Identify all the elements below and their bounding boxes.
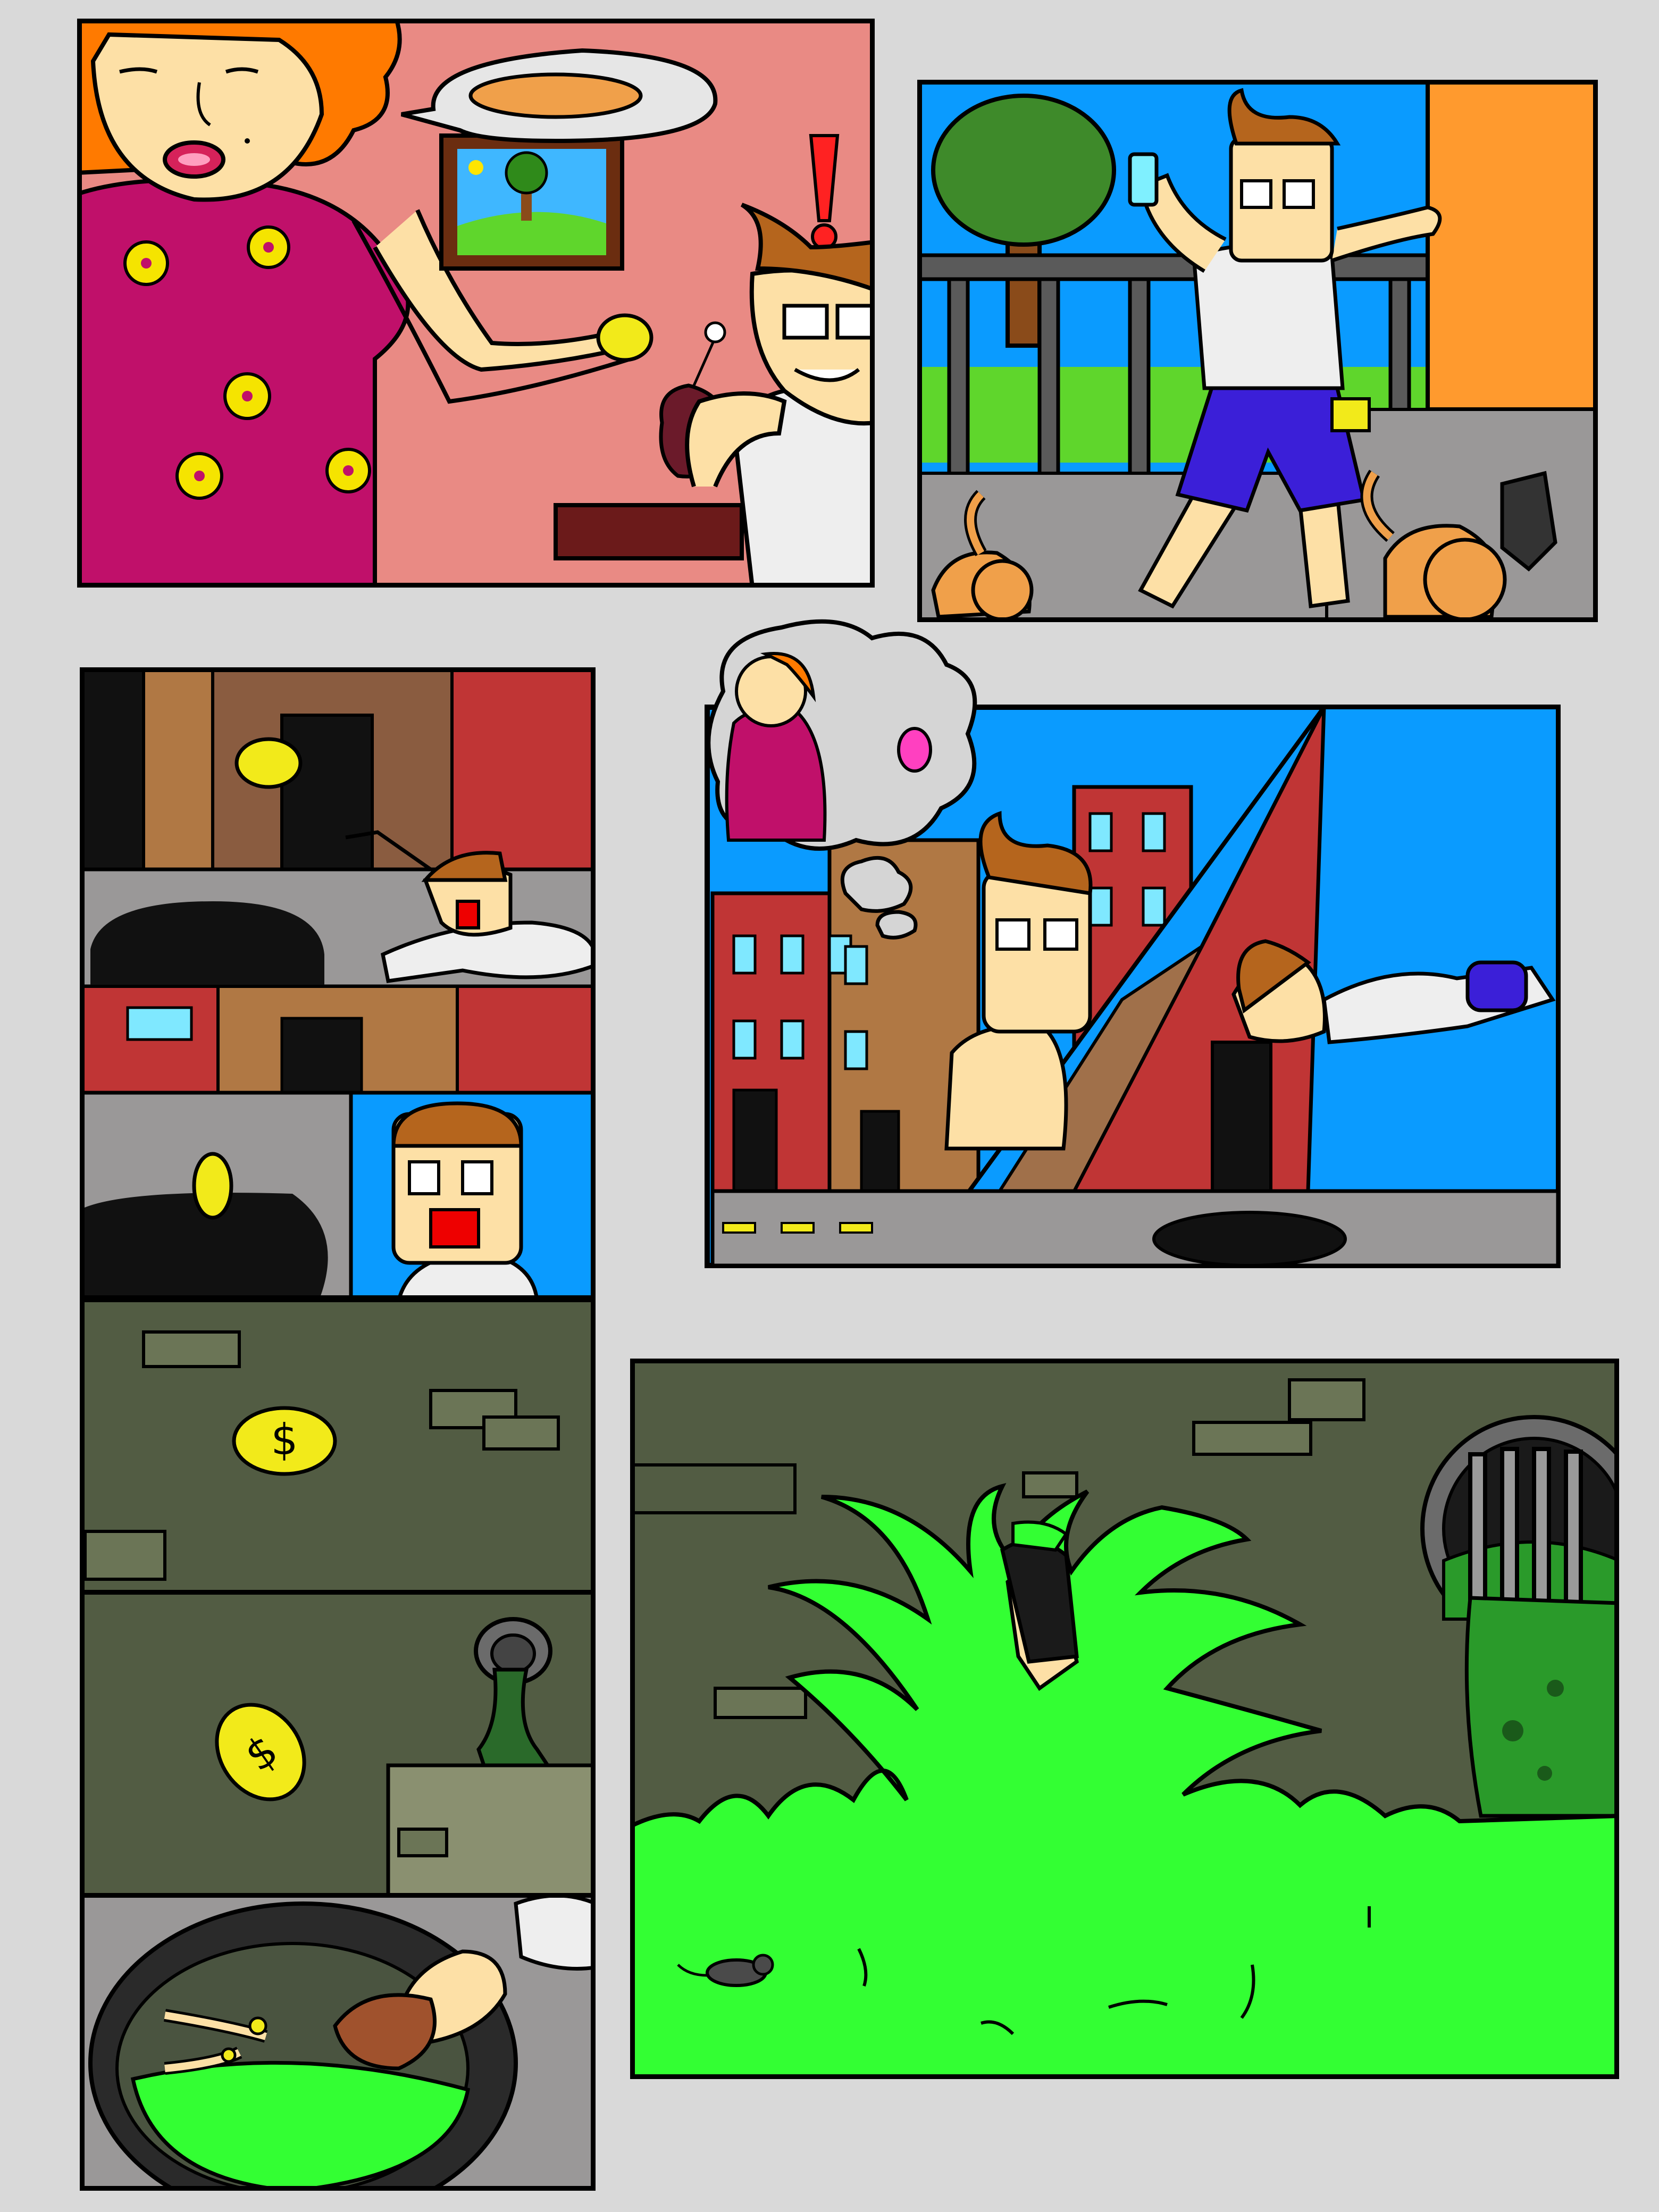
panel-sewer-pipe: $ — [80, 1590, 596, 1898]
manhole-icon — [88, 1901, 518, 2191]
coin-icon — [234, 737, 303, 789]
woman-icon — [725, 652, 827, 842]
man-icon — [391, 1101, 539, 1300]
panel-manhole-reach — [80, 1893, 596, 2191]
panel-sewer-coin-fall: $ — [80, 1297, 596, 1595]
phone-icon — [1128, 152, 1159, 207]
coin-icon: $ — [232, 1406, 337, 1476]
coin-icon — [192, 1152, 233, 1220]
panel-kitchen — [77, 19, 875, 588]
table-icon — [554, 503, 744, 560]
exclamation-icon — [809, 134, 840, 250]
panel-slime-splash — [630, 1359, 1619, 2079]
panel-city-thinking — [702, 617, 1579, 1271]
picture-frame-icon — [439, 133, 624, 271]
panel-coin-drop — [80, 667, 596, 1300]
svg-text:$: $ — [271, 1415, 298, 1464]
wall-icon — [1426, 80, 1598, 412]
panel-street-walk — [917, 80, 1598, 622]
comic-page: $ $ — [0, 0, 1659, 2212]
coin-icon — [596, 313, 653, 362]
